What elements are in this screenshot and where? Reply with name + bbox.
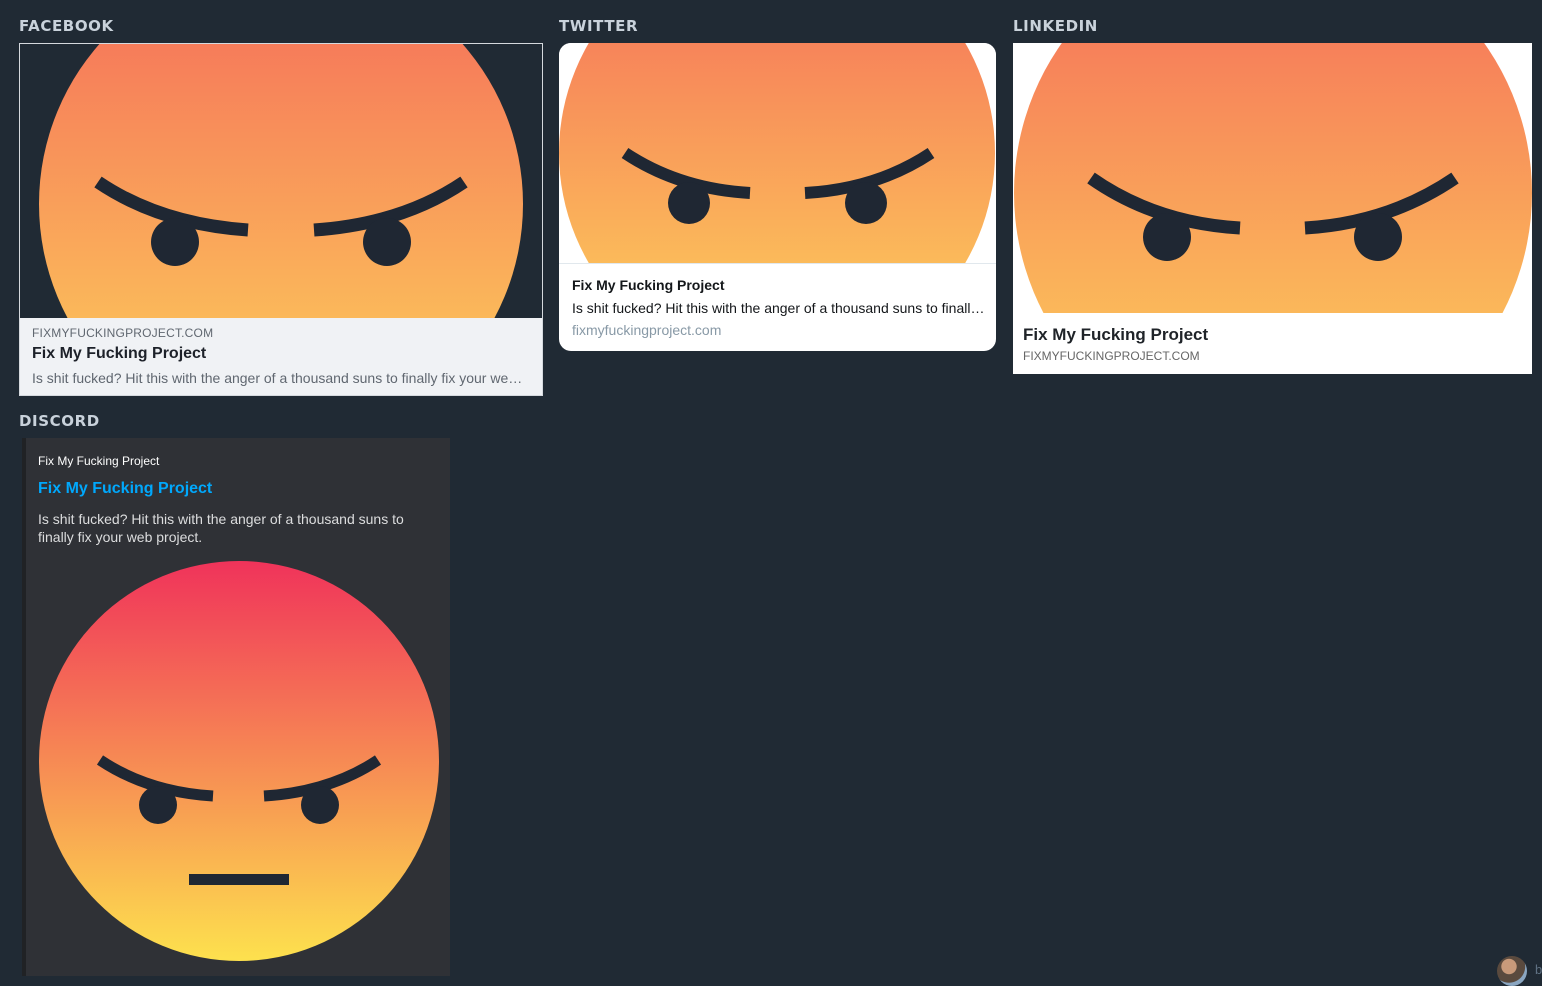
discord-provider: Fix My Fucking Project bbox=[38, 454, 160, 468]
twitter-description: Is shit fucked? Hit this with the anger … bbox=[572, 300, 985, 316]
facebook-title[interactable]: Fix My Fucking Project bbox=[32, 345, 206, 363]
corner-text: b bbox=[1535, 962, 1542, 977]
linkedin-section-label: LINKEDIN bbox=[1013, 17, 1098, 35]
linkedin-title[interactable]: Fix My Fucking Project bbox=[1023, 325, 1208, 345]
linkedin-preview-card[interactable]: Fix My Fucking Project FIXMYFUCKINGPROJE… bbox=[1013, 43, 1532, 374]
discord-title-link[interactable]: Fix My Fucking Project bbox=[38, 480, 212, 498]
facebook-section-label: FACEBOOK bbox=[19, 17, 114, 35]
discord-description: Is shit fucked? Hit this with the anger … bbox=[38, 511, 404, 545]
angry-face-icon bbox=[39, 44, 523, 318]
discord-embed-card: Fix My Fucking Project Fix My Fucking Pr… bbox=[22, 438, 450, 976]
angry-face-icon bbox=[39, 561, 439, 961]
user-avatar[interactable] bbox=[1497, 956, 1527, 986]
linkedin-preview-image bbox=[1013, 43, 1532, 313]
facebook-domain: FIXMYFUCKINGPROJECT.COM bbox=[32, 326, 214, 340]
linkedin-domain: FIXMYFUCKINGPROJECT.COM bbox=[1023, 349, 1200, 363]
twitter-preview-card[interactable]: Fix My Fucking Project Is shit fucked? H… bbox=[559, 43, 996, 351]
facebook-preview-image bbox=[20, 44, 542, 318]
facebook-preview-card[interactable]: FIXMYFUCKINGPROJECT.COM Fix My Fucking P… bbox=[19, 43, 543, 396]
twitter-section-label: TWITTER bbox=[559, 17, 639, 35]
discord-preview-image[interactable] bbox=[38, 560, 440, 964]
angry-face-icon bbox=[1014, 43, 1532, 313]
twitter-domain: fixmyfuckingproject.com bbox=[572, 322, 722, 338]
twitter-preview-image bbox=[559, 43, 996, 264]
angry-face-icon bbox=[559, 43, 995, 263]
twitter-title[interactable]: Fix My Fucking Project bbox=[572, 277, 724, 293]
facebook-description: Is shit fucked? Hit this with the anger … bbox=[32, 370, 527, 386]
discord-section-label: DISCORD bbox=[19, 412, 100, 430]
